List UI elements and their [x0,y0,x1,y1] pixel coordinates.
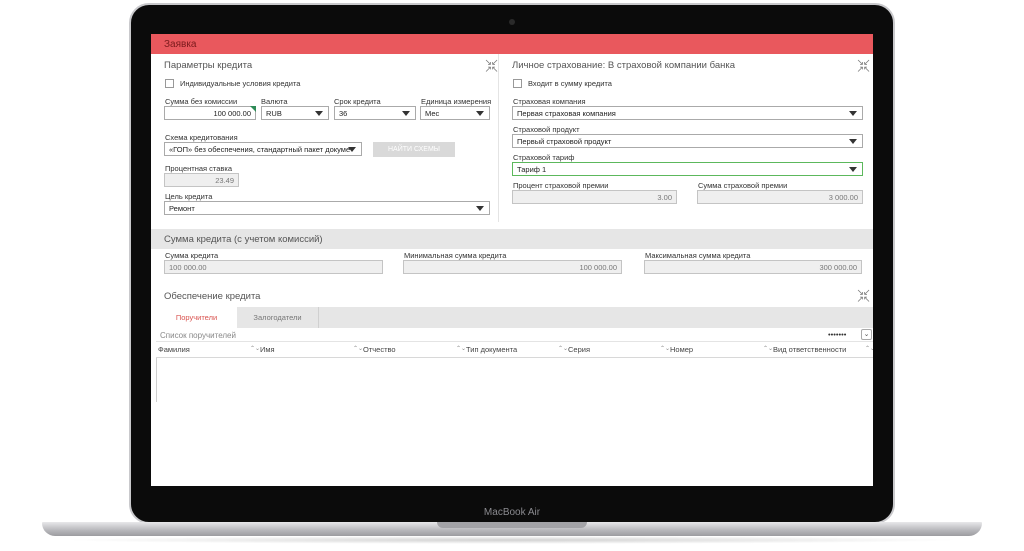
term-select[interactable]: 36 [334,106,416,120]
tab-pledgers[interactable]: Залогодатели [237,307,319,328]
tab-guarantors[interactable]: Поручители [156,307,237,328]
credit-params-title: Параметры кредита [164,60,253,71]
unit-select[interactable]: Мес [420,106,490,120]
scheme-select[interactable]: «ГОП» без обеспечения, стандартный пакет… [164,142,362,156]
laptop-shadow [60,536,964,544]
insurance-panel: Личное страхование: В страховой компании… [501,54,873,222]
camera-dot [509,19,515,25]
column-header[interactable]: Фамилия [158,343,190,354]
credit-params-panel: Параметры кредита ↘↙ ↗↖ Индивидуальные ус… [151,54,499,222]
guarantors-list-title: Список поручителей [160,331,236,340]
min-sum-field: 100 000.00 [403,260,622,274]
insurance-tariff-label: Страховой тариф [513,153,575,162]
amount-label: Сумма без комиссии [165,97,238,106]
premium-percent-label: Процент страховой премии [513,181,609,190]
insurance-product-select[interactable]: Первый страховой продукт [512,134,863,148]
max-sum-field: 300 000.00 [644,260,862,274]
app-screen: Заявка Параметры кредита ↘↙ ↗↖ Индивидуал… [151,34,873,486]
insurance-company-label: Страховая компания [513,97,586,106]
min-sum-label: Минимальная сумма кредита [404,251,507,260]
guarantors-list-header: Список поручителей ••••••• ⌄ [156,328,873,342]
collateral-title: Обеспечение кредита [164,291,261,302]
column-header[interactable]: Имя [260,343,275,354]
sort-icon[interactable]: ⌃⌄ [763,345,773,352]
purpose-label: Цель кредита [165,192,213,201]
sort-icon[interactable]: ⌃⌄ [250,345,260,352]
scheme-label: Схема кредитования [165,133,238,142]
premium-percent-field: 3.00 [512,190,677,204]
collateral-tabs: Поручители Залогодатели [156,307,873,328]
unit-label: Единица измерения [421,97,492,106]
column-header[interactable]: Вид ответственности [773,343,846,354]
insurance-company-select[interactable]: Первая страховая компания [512,106,863,120]
include-in-credit-label: Входит в сумму кредита [528,79,612,88]
individual-conditions-label: Индивидуальные условия кредита [180,79,301,88]
premium-sum-field: 3 000.00 [697,190,863,204]
individual-conditions-checkbox[interactable] [165,79,174,88]
amount-input[interactable]: 100 000.00 [164,106,256,120]
column-header[interactable]: Отчество [363,343,396,354]
column-header[interactable]: Тип документа [466,343,517,354]
table-left-border [156,358,157,402]
insurance-title: Личное страхование: В страховой компании… [512,60,736,71]
device-label: MacBook Air [483,507,541,518]
include-in-credit-checkbox[interactable] [513,79,522,88]
collapse-icon[interactable]: ↘↙ ↗↖ [856,58,870,74]
term-label: Срок кредита [334,97,381,106]
collapse-icon[interactable]: ↘↙ ↗↖ [856,288,870,304]
credit-sum-section-header: Сумма кредита (с учетом комиссий) [151,229,873,249]
premium-sum-label: Сумма страховой премии [698,181,788,190]
sort-icon[interactable]: ⌃⌄ [353,345,363,352]
currency-select[interactable]: RUB [261,106,329,120]
credit-sum-field: 100 000.00 [164,260,383,274]
sort-icon[interactable]: ⌃⌄ [660,345,670,352]
purpose-select[interactable]: Ремонт [164,201,490,215]
edited-marker-icon [250,106,256,112]
credit-sum-label: Сумма кредита [165,251,219,260]
insurance-product-label: Страховой продукт [513,125,580,134]
sort-icon[interactable]: ⌃⌄ [558,345,568,352]
app-titlebar: Заявка [151,34,873,54]
rate-field: 23.49 [164,173,239,187]
collapse-icon[interactable]: ↘↙ ↗↖ [484,58,498,74]
laptop-base-notch [437,522,587,528]
find-schemes-button[interactable]: НАЙТИ СХЕМЫ [373,142,455,157]
column-header[interactable]: Серия [568,343,590,354]
rate-label: Процентная ставка [165,164,233,173]
currency-label: Валюта [261,97,288,106]
insurance-tariff-select[interactable]: Тариф 1 [512,162,863,176]
max-sum-label: Максимальная сумма кредита [645,251,751,260]
chevron-down-icon[interactable]: ⌄ [861,329,872,340]
column-header[interactable]: Номер [670,343,693,354]
more-icon[interactable]: ••••••• [828,330,846,339]
guarantors-table-header: Фамилия ⌃⌄ Имя ⌃⌄ Отчество ⌃⌄ Тип докуме… [156,343,873,358]
credit-sum-title: Сумма кредита (с учетом комиссий) [164,234,323,245]
sort-icon[interactable]: ⌃⌄ [456,345,466,352]
sort-icon[interactable]: ⌃⌄ [865,345,873,352]
